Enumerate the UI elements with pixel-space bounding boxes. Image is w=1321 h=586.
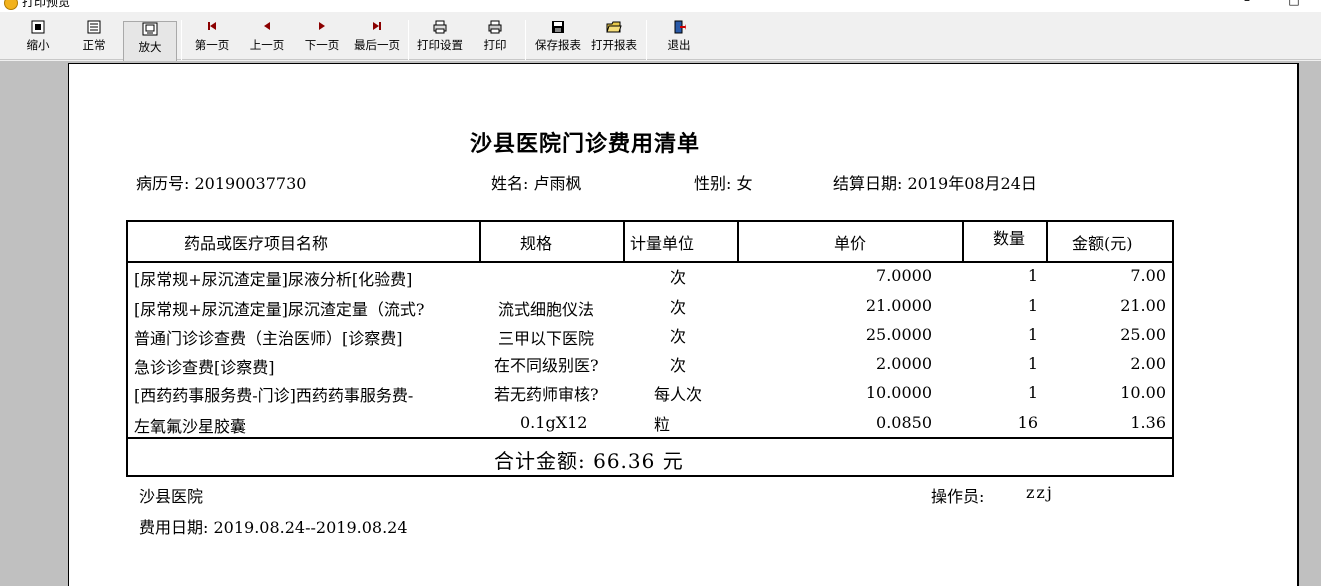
table-cell: 0.0850 bbox=[876, 413, 932, 432]
table-cell: 普通门诊诊查费（主治医师）[诊察费] bbox=[134, 329, 403, 348]
last-page-icon bbox=[350, 20, 404, 36]
table-cell: 1 bbox=[1027, 296, 1038, 315]
table-cell: 1 bbox=[1027, 383, 1038, 402]
exit-icon bbox=[658, 20, 700, 36]
title-bar: 打印预览 – □ bbox=[0, 0, 1321, 12]
zoom-out-button[interactable]: 缩小 bbox=[18, 20, 58, 60]
table-cell: 流式细胞仪法 bbox=[498, 300, 595, 319]
toolbar-separator bbox=[525, 20, 526, 60]
table-cell: 1 bbox=[1027, 354, 1038, 373]
table-cell: 16 bbox=[1017, 413, 1038, 432]
save-report-button[interactable]: 保存报表 bbox=[531, 20, 585, 60]
last-page-button[interactable]: 最后一页 bbox=[350, 20, 404, 60]
app-icon bbox=[4, 0, 18, 10]
table-cell: 0.1gX12 bbox=[520, 413, 588, 432]
toolbar-separator bbox=[181, 20, 182, 60]
table-cell: 7.00 bbox=[1130, 266, 1166, 285]
zoom-out-icon bbox=[18, 20, 58, 36]
table-cell: 1 bbox=[1027, 325, 1038, 344]
print-setup-button[interactable]: 打印设置 bbox=[413, 20, 467, 60]
table-cell: 左氧氟沙星胶囊 bbox=[134, 417, 247, 436]
table-cell: 2.0000 bbox=[876, 354, 932, 373]
table-cell: [西药药事服务费-门诊]西药药事服务费- bbox=[134, 386, 414, 405]
table-cell: 2.00 bbox=[1130, 354, 1166, 373]
first-page-button[interactable]: 第一页 bbox=[190, 20, 234, 60]
table-cell: [尿常规+尿沉渣定量]尿液分析[化验费] bbox=[134, 270, 413, 289]
print-button[interactable]: 打印 bbox=[476, 20, 514, 60]
table-cell: 次 bbox=[670, 298, 687, 317]
fee-table: 药品或医疗项目名称 规格 计量单位 单价 数量 金额(元) [尿常规+尿沉渣定量… bbox=[126, 220, 1174, 477]
maximize-button[interactable]: □ bbox=[1284, 0, 1304, 7]
table-cell: 10.0000 bbox=[865, 383, 932, 402]
zoom-in-icon bbox=[124, 22, 176, 38]
table-cell: 25.0000 bbox=[865, 325, 932, 344]
printer-icon bbox=[476, 20, 514, 36]
print-setup-icon bbox=[413, 20, 467, 36]
column-divider bbox=[962, 222, 964, 263]
table-cell: 急诊诊查费[诊察费] bbox=[134, 358, 275, 377]
header-divider bbox=[128, 261, 1172, 263]
prev-page-icon bbox=[245, 20, 289, 36]
table-cell: 每人次 bbox=[654, 385, 703, 404]
next-page-button[interactable]: 下一页 bbox=[300, 20, 344, 60]
column-divider bbox=[1046, 222, 1048, 263]
minimize-button[interactable]: – bbox=[1237, 0, 1257, 7]
column-header: 数量 bbox=[993, 229, 1026, 248]
patient-name: 姓名: 卢雨枫 bbox=[491, 174, 582, 193]
column-header: 规格 bbox=[520, 234, 553, 253]
table-cell: 粒 bbox=[654, 415, 671, 434]
table-cell: 若无药师审核? bbox=[494, 385, 599, 404]
column-divider bbox=[623, 222, 625, 263]
toolbar-separator bbox=[646, 20, 647, 60]
table-cell: 21.00 bbox=[1120, 296, 1166, 315]
hospital-name: 沙县医院 bbox=[139, 487, 204, 506]
table-cell: 1.36 bbox=[1130, 413, 1166, 432]
table-cell: 在不同级别医? bbox=[494, 356, 599, 375]
table-cell: 次 bbox=[670, 356, 687, 375]
column-header: 金额(元) bbox=[1072, 234, 1133, 253]
column-header: 单价 bbox=[834, 234, 867, 253]
patient-gender: 性别: 女 bbox=[694, 174, 753, 193]
fee-date: 费用日期: 2019.08.24--2019.08.24 bbox=[139, 518, 408, 537]
next-page-icon bbox=[300, 20, 344, 36]
toolbar: 缩小 正常 放大 第一页 上一页 下一页 最后一页 打印设置 打印 保存报表 打… bbox=[0, 12, 1321, 67]
table-cell: [尿常规+尿沉渣定量]尿沉渣定量（流式? bbox=[134, 300, 425, 319]
first-page-icon bbox=[190, 20, 234, 36]
prev-page-button[interactable]: 上一页 bbox=[245, 20, 289, 60]
table-cell: 21.0000 bbox=[865, 296, 932, 315]
report-title: 沙县医院门诊费用清单 bbox=[470, 132, 701, 157]
settlement-date: 结算日期: 2019年08月24日 bbox=[833, 174, 1037, 193]
preview-area[interactable]: 沙县医院门诊费用清单 病历号: 20190037730 姓名: 卢雨枫 性别: … bbox=[0, 61, 1321, 586]
total-amount: 合计金额: 66.36 元 bbox=[494, 449, 684, 473]
table-cell: 次 bbox=[670, 327, 687, 346]
normal-view-icon bbox=[73, 20, 115, 36]
column-header: 计量单位 bbox=[630, 234, 695, 253]
column-divider bbox=[737, 222, 739, 263]
open-folder-icon bbox=[587, 20, 641, 36]
record-number: 病历号: 20190037730 bbox=[136, 174, 307, 193]
open-report-button[interactable]: 打开报表 bbox=[587, 20, 641, 60]
exit-button[interactable]: 退出 bbox=[658, 20, 700, 60]
column-divider bbox=[479, 222, 481, 263]
table-cell: 1 bbox=[1027, 266, 1038, 285]
window-title: 打印预览 bbox=[22, 0, 71, 9]
normal-view-button[interactable]: 正常 bbox=[73, 20, 115, 60]
operator-label: 操作员: bbox=[931, 487, 985, 506]
table-cell: 三甲以下医院 bbox=[498, 329, 595, 348]
table-cell: 10.00 bbox=[1120, 383, 1166, 402]
table-cell: 次 bbox=[670, 268, 687, 287]
column-header: 药品或医疗项目名称 bbox=[184, 234, 329, 253]
save-icon bbox=[531, 20, 585, 36]
operator-value: zzj bbox=[1026, 483, 1054, 502]
table-cell: 25.00 bbox=[1120, 325, 1166, 344]
toolbar-separator bbox=[408, 20, 409, 60]
total-divider bbox=[128, 437, 1172, 439]
table-cell: 7.0000 bbox=[876, 266, 932, 285]
